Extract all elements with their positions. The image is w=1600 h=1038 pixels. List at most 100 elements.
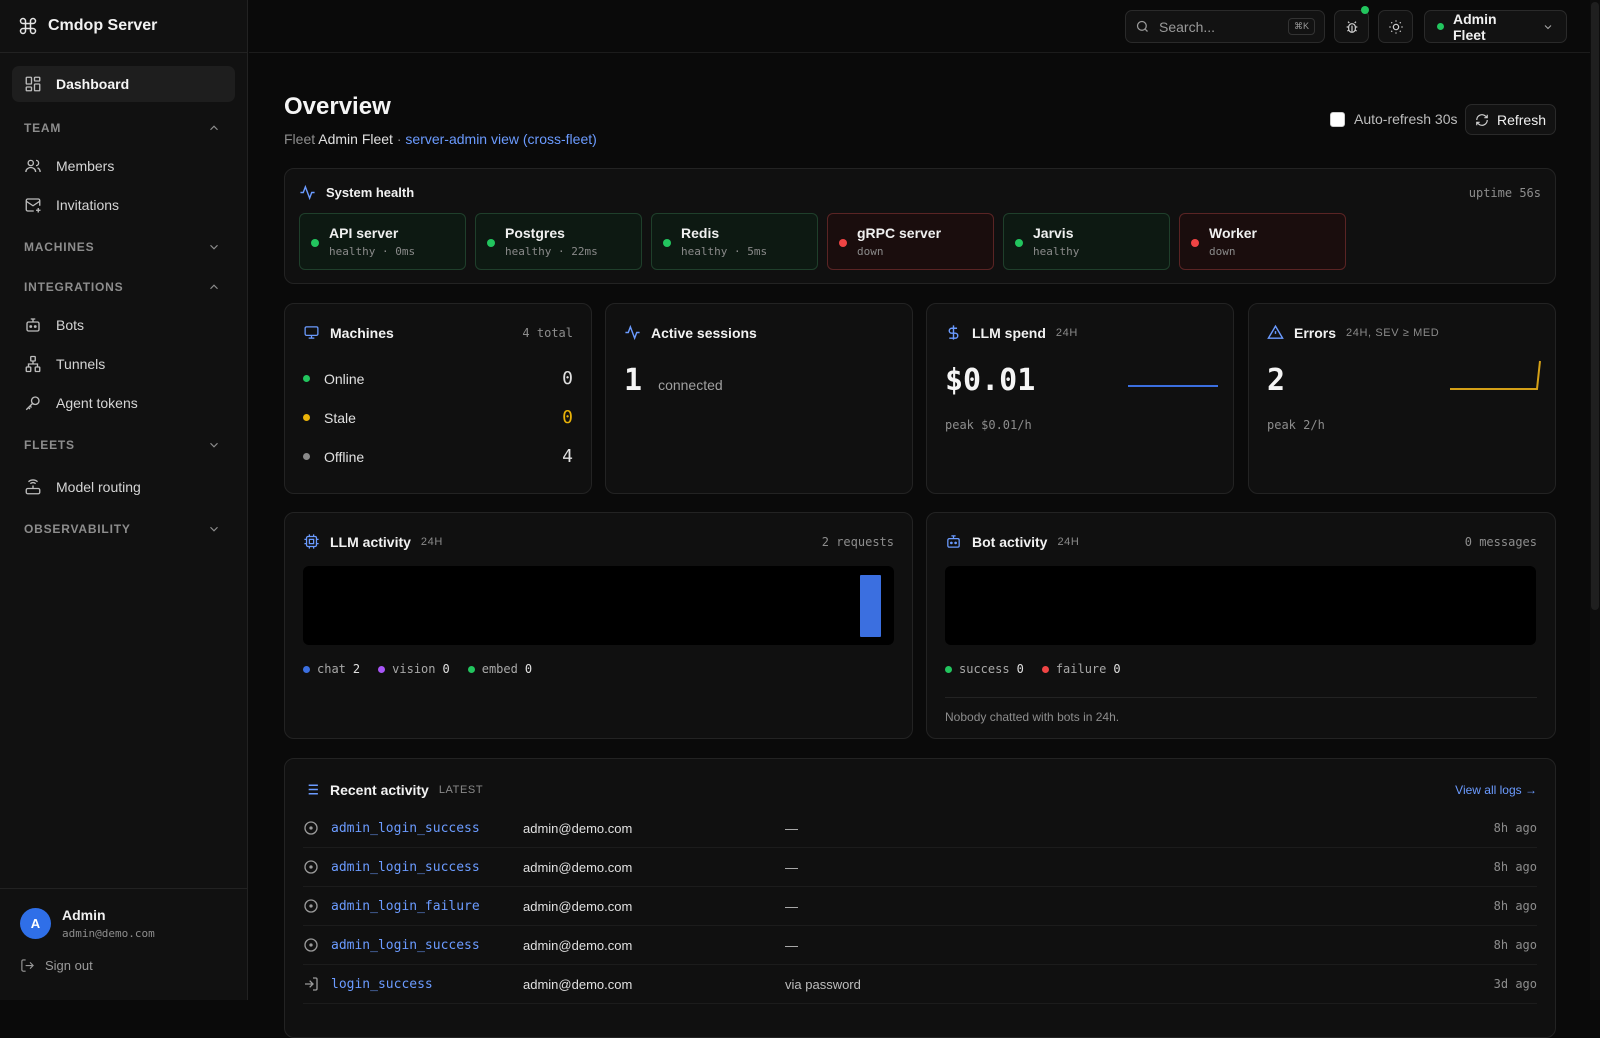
sidebar-item-dashboard[interactable]: Dashboard [12,66,235,102]
sidebar-nav: Dashboard TEAM Members Invitations MACHI… [0,53,247,562]
view-mode-link[interactable]: server-admin view (cross-fleet) [405,131,596,147]
machine-status-list: Online 0 Stale 0 Offline 4 [303,359,573,476]
sidebar-item-label: Model routing [56,479,141,495]
mail-plus-icon [24,196,42,214]
bug-icon [1344,19,1360,35]
auto-refresh-checkbox[interactable] [1330,111,1345,127]
user-email: admin@demo.com [62,927,155,940]
avatar: A [20,908,51,939]
search-icon [1135,19,1150,34]
machine-row-offline: Offline 4 [303,437,573,476]
legend-item: vision 0 [378,662,450,676]
legend-dot [1041,665,1049,673]
status-dot [839,239,847,247]
legend-label: success [959,662,1010,676]
activity-icon [299,184,316,201]
scrollbar[interactable] [1590,0,1600,1000]
service-name: Postgres [505,225,565,241]
table-row[interactable]: admin_login_success admin@demo.com — 8h … [303,848,1537,887]
service-card[interactable]: Postgres healthy · 22ms [475,213,642,270]
section-machines[interactable]: MACHINES [12,227,235,267]
event-name[interactable]: admin_login_failure [331,899,523,914]
machines-card[interactable]: Machines 4 total Online 0 Stale 0 Offlin… [284,303,592,494]
notification-dot [1361,6,1369,14]
sidebar-item-agent-tokens[interactable]: Agent tokens [12,385,235,421]
table-row[interactable]: admin_login_success admin@demo.com — 8h … [303,809,1537,848]
sidebar-item-members[interactable]: Members [12,148,235,184]
section-label: TEAM [24,121,62,135]
section-integrations[interactable]: INTEGRATIONS [12,267,235,307]
fleet-status-dot [1437,23,1444,30]
section-observability[interactable]: OBSERVABILITY [12,509,235,549]
status-dot [1191,239,1199,247]
legend-item: success 0 [945,662,1024,676]
event-detail: via password [785,976,861,992]
service-card[interactable]: API server healthy · 0ms [299,213,466,270]
service-card[interactable]: Redis healthy · 5ms [651,213,818,270]
event-name[interactable]: admin_login_success [331,938,523,953]
service-list: API server healthy · 0ms Postgres health… [299,213,1541,270]
status-dot [487,239,495,247]
circle-dot-icon [303,937,319,953]
service-name: Jarvis [1033,225,1074,241]
fleet-name: Admin Fleet [1453,10,1497,43]
fleet-selector[interactable]: Admin Fleet [1424,10,1567,43]
sign-out-label: Sign out [45,958,93,973]
cpu-icon [303,533,320,550]
llm-spend-card[interactable]: LLM spend 24H $0.01 peak $0.01/h [926,303,1234,494]
legend-label: vision [392,662,436,676]
service-status: healthy · 0ms [329,245,416,258]
legend-label: chat [317,662,346,676]
event-detail: — [785,898,798,914]
refresh-label: Refresh [1496,111,1547,128]
user-profile[interactable]: A Admin admin@demo.com [20,907,228,940]
section-label: OBSERVABILITY [24,522,131,536]
scrollbar-thumb[interactable] [1591,2,1599,610]
service-name: Redis [681,225,720,241]
theme-toggle-button[interactable] [1378,10,1413,43]
service-card[interactable]: gRPC server down [827,213,994,270]
table-row[interactable]: admin_login_success admin@demo.com — 8h … [303,926,1537,965]
active-sessions-card[interactable]: Active sessions 1 connected [605,303,913,494]
activity-icon [624,324,641,341]
card-tag: 24H [420,535,443,548]
event-detail: — [785,937,798,953]
sign-out-button[interactable]: Sign out [20,958,228,973]
errors-card[interactable]: Errors 24H, SEV ≥ MED 2 peak 2/h [1248,303,1556,494]
errors-peak: peak 2/h [1267,418,1325,432]
subtitle-separator: · [396,131,402,147]
section-fleets[interactable]: FLEETS [12,425,235,465]
sidebar-item-bots[interactable]: Bots [12,307,235,343]
card-title: LLM spend [972,324,1046,341]
event-name[interactable]: admin_login_success [331,821,523,836]
search-placeholder: Search... [1159,18,1216,35]
section-team[interactable]: TEAM [12,108,235,148]
system-health-card: System health uptime 56s API server heal… [284,168,1556,284]
activity-bar-chat [860,575,881,637]
refresh-button[interactable]: Refresh [1465,104,1556,135]
search-input[interactable]: Search... ⌘K [1125,10,1325,43]
sidebar-item-tunnels[interactable]: Tunnels [12,346,235,382]
chevron-up-icon [207,121,221,135]
key-icon [24,394,42,412]
table-row[interactable]: admin_login_failure admin@demo.com — 8h … [303,887,1537,926]
event-name[interactable]: login_success [331,977,523,992]
message-count: 0 messages [1464,534,1537,549]
legend-dot [467,665,475,673]
legend-item: chat 2 [303,662,360,676]
service-card[interactable]: Jarvis healthy [1003,213,1170,270]
auto-refresh-toggle[interactable]: Auto-refresh 30s [1330,111,1458,127]
machine-row-online: Online 0 [303,359,573,398]
brand[interactable]: Cmdop Server [0,0,247,53]
table-row[interactable]: login_success admin@demo.com via passwor… [303,965,1537,1004]
service-card[interactable]: Worker down [1179,213,1346,270]
event-actor: admin@demo.com [523,976,633,992]
sidebar-item-model-routing[interactable]: Model routing [12,469,235,505]
event-actor: admin@demo.com [523,859,633,875]
legend-label: embed [481,662,518,676]
sidebar-item-invitations[interactable]: Invitations [12,187,235,223]
notifications-button[interactable] [1334,6,1369,43]
view-all-logs-link[interactable]: View all logs → [1455,783,1537,797]
bot-icon [945,533,962,550]
event-name[interactable]: admin_login_success [331,860,523,875]
